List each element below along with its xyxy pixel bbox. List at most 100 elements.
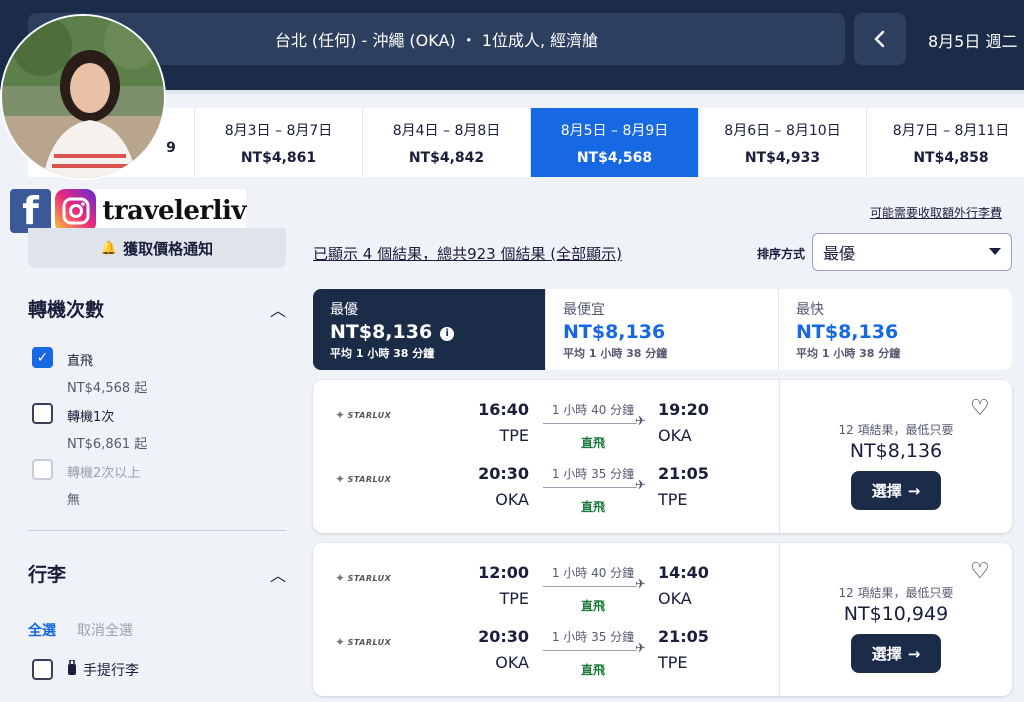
previous-date-button[interactable] xyxy=(854,13,906,65)
arrival-time: 14:40 xyxy=(658,563,709,582)
stops-label: 直飛 xyxy=(580,500,605,514)
arrival-airport: OKA xyxy=(658,426,692,445)
select-button[interactable]: 選擇 → xyxy=(851,471,941,510)
select-label: 選擇 xyxy=(871,482,902,500)
departure-airport: TPE xyxy=(499,589,529,608)
checkbox-one-stop[interactable] xyxy=(32,403,53,424)
flight-leg: ✦ STARLUX 20:30 OKA 1 小時 35 分鐘 ✈ 直飛 21:05… xyxy=(313,444,779,514)
departure-airport: TPE xyxy=(499,426,529,445)
sort-label: 排序方式 xyxy=(757,247,806,261)
date-range: 8月7日 – 8月11日 xyxy=(892,122,1010,139)
route-line xyxy=(543,586,637,587)
filter-label: 手提行李 xyxy=(83,662,139,679)
starlux-logo-icon: ✦ xyxy=(335,635,346,649)
checkbox-nonstop[interactable]: ✓ xyxy=(32,347,53,368)
date-price: NT$4,568 xyxy=(576,149,653,166)
flight-card[interactable]: ✦ STARLUX 16:40 TPE 1 小時 40 分鐘 ✈ 直飛 19:20… xyxy=(313,380,1012,533)
card-price: NT$8,136 xyxy=(849,440,943,462)
baggage-filter-title: 行李 xyxy=(28,564,67,586)
departure-time: 16:40 xyxy=(478,400,529,419)
tab-title: 最優 xyxy=(330,302,358,318)
date-range: 8月4日 – 8月8日 xyxy=(392,122,501,139)
chevron-up-icon[interactable]: ︿ xyxy=(270,297,286,321)
flight-leg: ✦ STARLUX 12:00 TPE 1 小時 40 分鐘 ✈ 直飛 14:40… xyxy=(313,543,779,613)
flight-leg: ✦ STARLUX 16:40 TPE 1 小時 40 分鐘 ✈ 直飛 19:20… xyxy=(313,380,779,450)
plane-icon: ✈ xyxy=(635,641,646,656)
stops-label: 直飛 xyxy=(580,663,605,677)
select-label: 選擇 xyxy=(871,645,902,663)
search-summary-text: 台北 (任何) - 沖繩 (OKA) ・ 1位成人, 經濟艙 xyxy=(274,31,599,50)
departure-time: 20:30 xyxy=(478,627,529,646)
info-icon[interactable]: i xyxy=(440,326,455,341)
date-option[interactable]: 8月6日 – 8月10日 NT$4,933 xyxy=(699,108,867,177)
departure-airport: OKA xyxy=(495,653,529,672)
heart-icon[interactable]: ♡ xyxy=(970,396,990,421)
date-option[interactable]: 8月7日 – 8月11日 NT$4,858 xyxy=(867,108,1024,177)
tab-price: NT$8,136 xyxy=(796,321,899,343)
flight-duration: 1 小時 40 分鐘 xyxy=(551,403,635,417)
date-range: 8月6日 – 8月10日 xyxy=(724,122,841,139)
luggage-icon xyxy=(67,658,77,680)
tab-duration: 平均 1 小時 38 分鐘 xyxy=(330,347,435,360)
tab-price: NT$8,136 xyxy=(563,321,666,343)
starlux-logo-icon: ✦ xyxy=(335,571,346,585)
price-alert-button[interactable]: 🔔 獲取價格通知 xyxy=(28,228,286,268)
date-price: NT$4,861 xyxy=(240,149,317,166)
filter-one-stop[interactable]: 轉機1次 NT$6,861 起 xyxy=(32,403,147,452)
flight-duration: 1 小時 35 分鐘 xyxy=(551,467,635,481)
route-line xyxy=(543,487,637,488)
tab-title: 最便宜 xyxy=(563,302,605,318)
arrival-time: 21:05 xyxy=(658,627,709,646)
starlux-logo-icon: ✦ xyxy=(335,472,346,486)
tab-fastest[interactable]: 最快 NT$8,136 平均 1 小時 38 分鐘 xyxy=(779,289,1012,370)
tab-cheapest[interactable]: 最便宜 NT$8,136 平均 1 小時 38 分鐘 xyxy=(546,289,779,370)
result-count-note: 12 項結果，最低只要 xyxy=(838,423,954,437)
route-line xyxy=(543,423,637,424)
sort-dropdown[interactable]: 最優 xyxy=(812,233,1012,271)
date-price: NT$4,858 xyxy=(913,149,989,166)
select-button[interactable]: 選擇 → xyxy=(851,634,941,673)
select-all-link[interactable]: 全選 xyxy=(28,620,56,640)
filter-nonstop[interactable]: ✓ 直飛 NT$4,568 起 xyxy=(32,347,147,396)
airline-logo: ✦ STARLUX xyxy=(335,408,392,422)
plane-icon: ✈ xyxy=(635,478,646,493)
flight-duration: 1 小時 35 分鐘 xyxy=(551,630,635,644)
heart-icon[interactable]: ♡ xyxy=(970,559,990,584)
checkbox-carry-on[interactable] xyxy=(32,659,53,680)
flight-leg: ✦ STARLUX 20:30 OKA 1 小時 35 分鐘 ✈ 直飛 21:05… xyxy=(313,607,779,677)
results-count-link[interactable]: 已顯示 4 個結果，總共923 個結果 (全部顯示) xyxy=(313,243,622,264)
date-price: NT$4,842 xyxy=(408,149,485,166)
profile-photo xyxy=(0,14,166,180)
filter-carry-on[interactable]: 手提行李 xyxy=(32,658,139,680)
date-range: 8月3日 – 8月7日 xyxy=(224,122,333,139)
tab-duration: 平均 1 小時 38 分鐘 xyxy=(796,347,901,360)
departure-date[interactable]: 8月5日 週二 xyxy=(928,28,1017,52)
baggage-fee-link[interactable]: 可能需要收取額外行李費 xyxy=(870,204,1002,221)
date-option-selected[interactable]: 8月5日 – 8月9日 NT$4,568 xyxy=(531,108,699,177)
caret-down-icon xyxy=(989,248,1001,255)
filter-price: 無 xyxy=(67,493,81,508)
filter-two-plus-stops: 轉機2次以上 無 xyxy=(32,459,140,508)
tab-duration: 平均 1 小時 38 分鐘 xyxy=(563,347,668,360)
arrival-airport: OKA xyxy=(658,589,692,608)
date-price-strip: 9 8月3日 – 8月7日 NT$4,861 8月4日 – 8月8日 NT$4,… xyxy=(28,108,1024,177)
tab-title: 最快 xyxy=(796,302,824,318)
flight-card[interactable]: ✦ STARLUX 12:00 TPE 1 小時 40 分鐘 ✈ 直飛 14:40… xyxy=(313,543,1012,696)
arrow-right-icon: → xyxy=(907,481,921,500)
arrival-airport: TPE xyxy=(658,490,688,509)
date-option[interactable]: 8月4日 – 8月8日 NT$4,842 xyxy=(363,108,531,177)
facebook-icon: f xyxy=(10,189,52,233)
plane-icon: ✈ xyxy=(635,577,646,592)
chevron-left-icon xyxy=(874,30,885,48)
date-option[interactable]: 8月3日 – 8月7日 NT$4,861 xyxy=(195,108,363,177)
chevron-up-icon[interactable]: ︿ xyxy=(270,562,286,586)
tab-price: NT$8,136 xyxy=(330,321,433,343)
tab-best[interactable]: 最優 NT$8,136 i 平均 1 小時 38 分鐘 xyxy=(313,289,546,370)
sort-value: 最優 xyxy=(823,244,856,263)
checkbox-two-plus-stops xyxy=(32,459,53,480)
airline-logo: ✦ STARLUX xyxy=(335,635,392,649)
filter-label: 轉機2次以上 xyxy=(67,466,141,481)
airline-logo: ✦ STARLUX xyxy=(335,472,392,486)
deselect-all-link[interactable]: 取消全選 xyxy=(77,620,133,640)
instagram-icon xyxy=(55,189,97,233)
